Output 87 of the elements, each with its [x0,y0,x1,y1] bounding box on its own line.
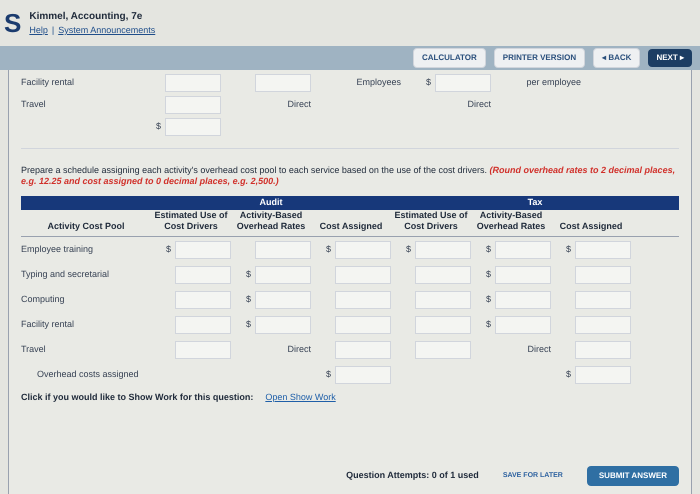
help-link[interactable]: Help [29,24,48,38]
input-field[interactable] [255,240,311,258]
course-title: Kimmel, Accounting, 7e [29,10,144,24]
input-field[interactable] [435,74,491,92]
input-field[interactable] [575,366,631,384]
announcements-link[interactable]: System Announcements [58,24,156,38]
input-field[interactable] [255,290,311,308]
row-label: Overhead costs assigned [37,368,139,379]
show-work-link[interactable]: Open Show Work [265,391,336,404]
input-field[interactable] [335,290,391,308]
input-field[interactable] [175,290,231,308]
input-field[interactable] [415,290,471,308]
currency-sign: $ [246,268,251,281]
cell-text: Direct [287,98,311,112]
input-field[interactable] [335,340,391,358]
cell-text: Direct [527,342,551,356]
input-field[interactable] [165,74,221,92]
row-label: Computing [21,294,65,304]
input-field[interactable] [255,316,311,334]
currency-sign: $ [486,318,491,331]
input-field[interactable] [415,340,471,358]
cell-text: Direct [287,342,311,356]
instructions: Prepare a schedule assigning each activity's overhead cost pool to each service based on the use of the cost drivers. (Round overhead rates to 2 decimal places, e.g. 12.25 and cost assigned to 0 decimal places, e.g. 2,500.) [21,165,676,188]
input-field[interactable] [335,240,391,258]
currency-sign: $ [246,318,251,331]
currency-sign: $ [326,368,331,381]
input-field[interactable] [415,316,471,334]
column-header: Estimated Use of Cost Drivers [153,210,229,232]
currency-sign: $ [486,242,491,256]
row-label: Travel [21,344,46,354]
row-label: Facility rental [21,318,74,329]
row-label: Travel [21,98,47,112]
currency-sign: $ [326,242,331,256]
cell-text: Employees [356,76,401,90]
nav-button[interactable]: NEXT ▸ [648,49,692,67]
column-header: Cost Assigned [320,220,382,232]
input-field[interactable] [175,240,231,258]
group-header: Audit [260,196,282,209]
input-field[interactable] [575,240,631,258]
input-field[interactable] [335,366,391,384]
input-field[interactable] [495,266,551,284]
column-header: Estimated Use of Cost Drivers [393,210,469,232]
attempts-text: Question Attempts: 0 of 1 used [346,469,479,482]
currency-sign: $ [166,242,171,256]
currency-sign: $ [426,76,431,90]
column-header: Cost Assigned [560,220,622,232]
logo: S [4,10,22,36]
input-field[interactable] [335,266,391,284]
input-field[interactable] [495,290,551,308]
currency-sign: $ [156,120,161,134]
currency-sign: $ [246,292,251,306]
input-field[interactable] [165,96,221,114]
input-field[interactable] [175,316,231,334]
currency-sign: $ [486,268,491,281]
group-header: Tax [528,196,542,209]
column-header: Activity-Based Overhead Rates [476,210,546,232]
input-field[interactable] [575,290,631,308]
show-work-prompt: Click if you would like to Show Work for this question: [21,391,254,404]
currency-sign: $ [566,242,571,256]
row-label: Facility rental [21,76,76,90]
nav-button[interactable]: ◂ BACK [593,48,640,68]
cell-text: Direct [467,98,491,112]
input-field[interactable] [415,240,471,258]
row-label: Typing and secretarial [21,268,110,279]
nav-button[interactable]: PRINTER VERSION [494,48,586,68]
input-field[interactable] [495,240,551,258]
input-field[interactable] [255,266,311,284]
row-label: Employee training [21,244,94,254]
input-field[interactable] [575,316,631,334]
input-field[interactable] [165,118,221,136]
currency-sign: $ [486,292,491,306]
input-field[interactable] [175,340,231,358]
input-field[interactable] [415,266,471,284]
cell-text: per employee [526,76,581,90]
currency-sign: $ [566,368,571,381]
input-field[interactable] [175,266,231,284]
input-field[interactable] [335,316,391,334]
input-field[interactable] [255,74,311,92]
separator: | [52,24,54,37]
column-header: Activity Cost Pool [47,220,124,232]
currency-sign: $ [406,242,411,256]
input-field[interactable] [495,316,551,334]
input-field[interactable] [575,266,631,284]
input-field[interactable] [575,340,631,358]
column-header: Activity-Based Overhead Rates [236,210,306,232]
nav-button[interactable]: CALCULATOR [412,48,486,68]
submit-button[interactable]: SUBMIT ANSWER [586,466,679,486]
